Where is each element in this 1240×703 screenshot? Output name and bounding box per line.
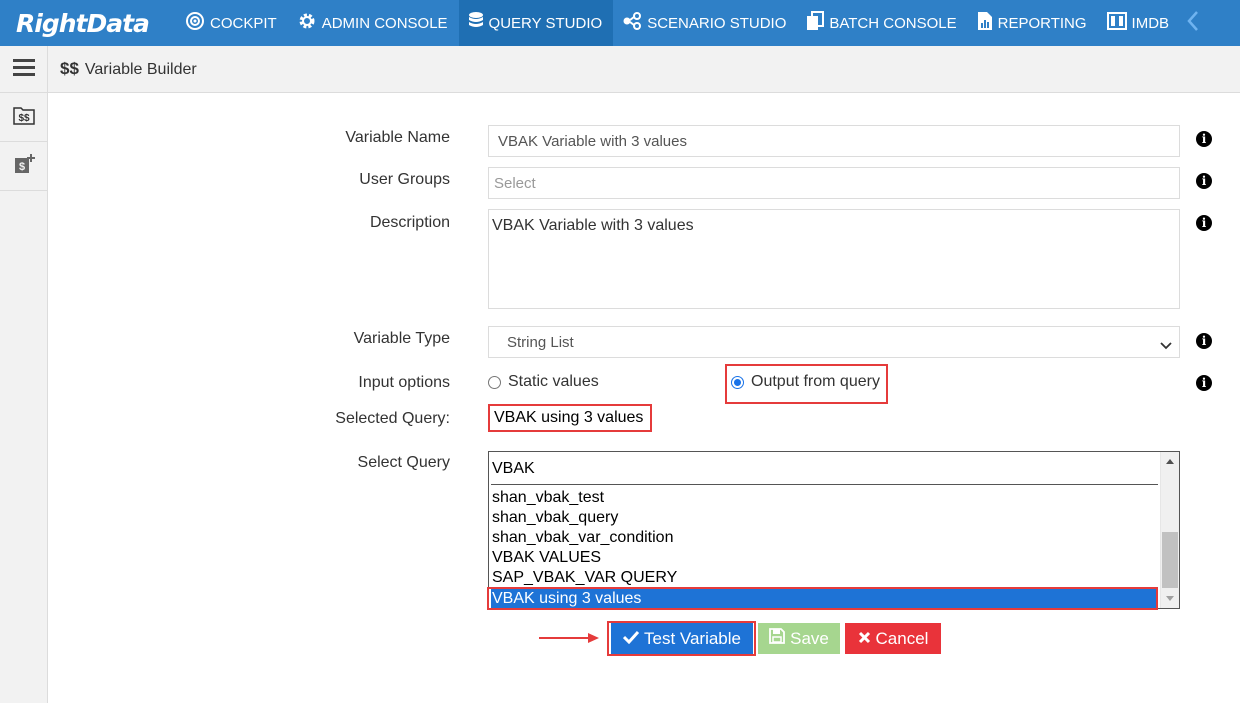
info-icon[interactable]: i [1196, 215, 1212, 231]
info-icon[interactable]: i [1196, 131, 1212, 147]
select-query-listbox[interactable]: VBAK shan_vbak_test shan_vbak_query shan… [488, 451, 1180, 609]
radio-checked-icon [731, 375, 744, 389]
list-item[interactable]: shan_vbak_var_condition [491, 528, 1158, 548]
database-icon [468, 11, 489, 35]
sidebar: $$ $ [0, 93, 48, 703]
top-navbar: RightData COCKPIT ADMIN CONSOLE QUERY ST… [0, 0, 1240, 46]
user-groups-label: User Groups [359, 171, 450, 188]
nav-item-label: IMDB [1131, 14, 1170, 32]
nav-item-query-studio[interactable]: QUERY STUDIO [458, 0, 614, 46]
nav-item-cockpit[interactable]: COCKPIT [176, 0, 288, 46]
nav-collapse-button[interactable] [1180, 0, 1200, 46]
nav-item-label: SCENARIO STUDIO [647, 14, 787, 32]
page-header: $$ Variable Builder [0, 46, 1240, 93]
description-value: VBAK Variable with 3 values [492, 217, 694, 234]
button-label: Cancel [875, 628, 929, 648]
list-item[interactable]: shan_vbak_query [491, 508, 1158, 528]
arrow-icon [538, 631, 602, 650]
variable-type-label: Variable Type [353, 330, 450, 347]
radio-label: Static values [508, 373, 599, 390]
cancel-button[interactable]: Cancel [845, 623, 941, 654]
gear-icon [297, 11, 322, 35]
nav-item-label: REPORTING [997, 14, 1087, 32]
description-textarea[interactable]: VBAK Variable with 3 values [488, 209, 1180, 309]
highlight-box [487, 587, 1158, 610]
nav-item-label: BATCH CONSOLE [829, 14, 957, 32]
select-query-label: Select Query [357, 454, 450, 471]
list-item[interactable]: SAP_VBAK_VAR QUERY [491, 568, 1158, 588]
cockpit-icon [185, 11, 210, 35]
nav-item-imdb[interactable]: IMDB [1098, 0, 1181, 46]
nav-item-admin-console[interactable]: ADMIN CONSOLE [288, 0, 459, 46]
save-button[interactable]: Save [758, 623, 840, 654]
list-item[interactable]: shan_vbak_test [491, 488, 1158, 508]
nav-item-label: COCKPIT [210, 14, 277, 32]
page-title-text: Variable Builder [84, 61, 197, 78]
variable-builder-icon: $$ [60, 59, 79, 78]
button-label: Test Variable [643, 628, 741, 648]
info-icon[interactable]: i [1196, 375, 1212, 391]
nav-item-label: QUERY STUDIO [488, 14, 603, 32]
radio-unchecked-icon [488, 375, 501, 389]
scenario-icon [622, 11, 647, 35]
svg-text:$: $ [18, 161, 24, 173]
nav-item-label: ADMIN CONSOLE [321, 14, 448, 32]
menu-toggle-button[interactable] [0, 46, 48, 92]
radio-output-from-query[interactable]: Output from query [731, 373, 880, 391]
scroll-thumb[interactable] [1162, 532, 1178, 588]
list-item[interactable]: VBAK VALUES [491, 548, 1158, 568]
sidebar-item-add-variable[interactable]: $ [0, 142, 47, 191]
check-icon [622, 629, 644, 649]
variable-type-value: String List [507, 333, 574, 351]
test-variable-button[interactable]: Test Variable [611, 623, 753, 654]
info-icon[interactable]: i [1196, 173, 1212, 189]
variable-type-select[interactable]: String List [488, 326, 1180, 358]
variable-name-value: VBAK Variable with 3 values [498, 132, 687, 150]
nav-item-batch-console[interactable]: BATCH CONSOLE [797, 0, 967, 46]
radio-static-values[interactable]: Static values [488, 373, 599, 391]
user-groups-placeholder: Select [494, 174, 536, 192]
nav-item-reporting[interactable]: REPORTING [968, 0, 1098, 46]
close-icon [858, 629, 876, 649]
sidebar-item-variables[interactable]: $$ [0, 93, 47, 142]
columns-icon [1106, 11, 1132, 35]
chevron-down-icon [1160, 337, 1172, 354]
variable-name-input[interactable]: VBAK Variable with 3 values [488, 125, 1180, 157]
chevron-left-icon [1186, 10, 1200, 37]
variable-list-icon: $$ [12, 105, 35, 130]
save-icon [769, 628, 790, 649]
report-icon [977, 11, 998, 35]
svg-text:$$: $$ [18, 113, 30, 124]
app-logo[interactable]: RightData [0, 0, 176, 46]
hamburger-icon [12, 58, 35, 81]
page-title: $$ Variable Builder [60, 59, 197, 79]
info-icon[interactable]: i [1196, 333, 1212, 349]
input-options-label: Input options [358, 374, 450, 391]
variable-name-label: Variable Name [345, 129, 450, 146]
nav-item-scenario-studio[interactable]: SCENARIO STUDIO [613, 0, 797, 46]
description-label: Description [369, 214, 450, 231]
scroll-up-icon[interactable] [1166, 459, 1174, 464]
scroll-down-icon[interactable] [1166, 596, 1174, 601]
batch-icon [806, 11, 829, 35]
button-label: Save [790, 628, 829, 648]
add-variable-icon: $ [13, 153, 35, 180]
selected-query-label: Selected Query: [335, 410, 450, 427]
selected-query-value: VBAK using 3 values [488, 404, 652, 432]
listbox-scrollbar[interactable] [1160, 452, 1179, 608]
radio-label: Output from query [751, 373, 880, 390]
user-groups-select[interactable]: Select [488, 167, 1180, 199]
query-search-input[interactable]: VBAK [491, 456, 1158, 485]
